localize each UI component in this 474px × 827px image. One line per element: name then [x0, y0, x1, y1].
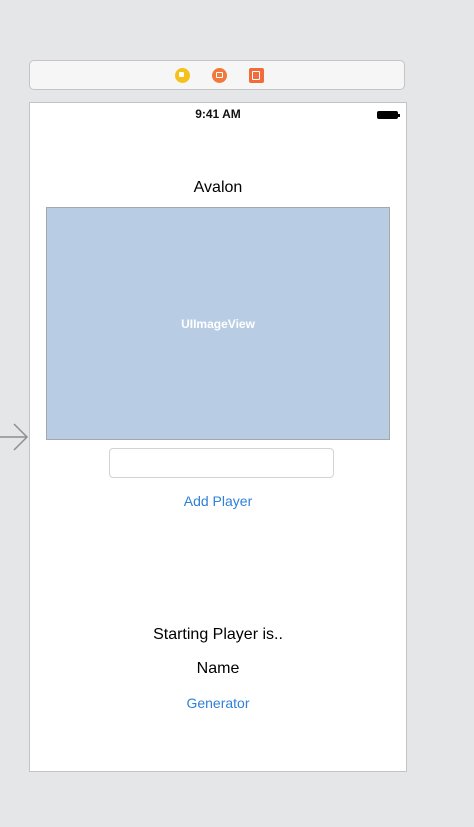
- name-label[interactable]: Name: [30, 660, 406, 678]
- player-name-field[interactable]: [109, 448, 334, 478]
- image-view-label: UIImageView: [181, 316, 255, 331]
- scene-dock: [29, 60, 405, 90]
- status-bar-time: 9:41 AM: [195, 107, 241, 121]
- view-controller-canvas: 9:41 AM Avalon UIImageView Add Player St…: [29, 102, 407, 772]
- battery-icon: [377, 111, 400, 119]
- image-view[interactable]: UIImageView: [46, 207, 390, 440]
- add-player-button[interactable]: Add Player: [30, 493, 406, 509]
- exit-icon[interactable]: [249, 68, 264, 83]
- first-responder-icon[interactable]: [212, 68, 227, 83]
- title-label[interactable]: Avalon: [30, 179, 406, 197]
- generator-button[interactable]: Generator: [30, 695, 406, 711]
- view-controller-icon[interactable]: [175, 68, 190, 83]
- starting-player-label[interactable]: Starting Player is..: [30, 626, 406, 644]
- entry-point-arrow-icon[interactable]: [0, 420, 30, 454]
